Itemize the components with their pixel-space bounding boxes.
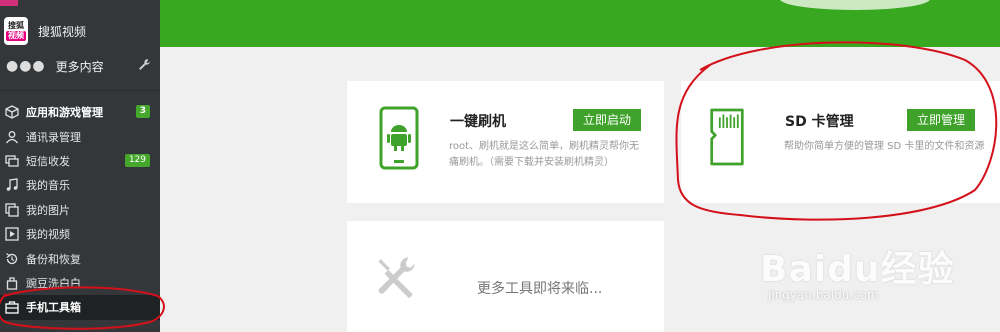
baidu-jingyan-watermark-logo: Baidu经验 bbox=[760, 249, 955, 290]
sd-card-management-card: SD 卡管理 立即管理 帮助你简单方便的管理 SD 卡里的文件和资源 bbox=[681, 81, 1000, 203]
picture-icon bbox=[5, 203, 19, 217]
more-content-entry[interactable]: ●●● 更多内容 bbox=[0, 54, 160, 78]
android-phone-icon bbox=[379, 106, 419, 170]
flash-card: 一键刷机 立即启动 root、刷机就是这么简单，刷机精灵帮你无痛刷机。（需要下载… bbox=[347, 81, 664, 203]
sohu-video-label: 搜狐视频 bbox=[38, 24, 87, 39]
video-icon bbox=[5, 227, 19, 241]
sidebar-item-pictures[interactable]: 我的图片 bbox=[0, 198, 160, 222]
sohu-video-logo: 搜狐 视频 bbox=[4, 17, 28, 45]
baidu-jingyan-watermark-url: jingyan.baidu.com bbox=[768, 288, 879, 302]
cube-icon bbox=[5, 105, 19, 119]
flash-description: root、刷机就是这么简单，刷机精灵帮你无痛刷机。（需要下载并安装刷机精灵） bbox=[449, 141, 640, 168]
top-banner bbox=[160, 0, 1000, 47]
wrench-icon[interactable] bbox=[138, 58, 152, 72]
sd-card-title: SD 卡管理 bbox=[785, 114, 854, 130]
backup-icon bbox=[6, 252, 18, 264]
sidebar-item-videos[interactable]: 我的视频 bbox=[0, 222, 160, 246]
sidebar-item-label: 备份和恢复 bbox=[26, 252, 81, 266]
sidebar-item-label: 短信收发 bbox=[26, 154, 70, 168]
count-badge: 3 bbox=[135, 105, 150, 118]
sidebar: 搜狐 视频 搜狐视频 ●●● 更多内容 应用和游戏管理 3 通讯录管理 短信收发… bbox=[0, 0, 160, 332]
sidebar-item-label: 我的图片 bbox=[26, 203, 70, 217]
sidebar-item-label: 我的音乐 bbox=[26, 179, 70, 193]
message-icon bbox=[5, 155, 19, 167]
app-strip bbox=[0, 0, 18, 6]
sidebar-item-label: 应用和游戏管理 bbox=[26, 106, 103, 120]
manage-sd-button[interactable]: 立即管理 bbox=[907, 109, 975, 131]
count-badge: 129 bbox=[124, 153, 150, 167]
banner-glow bbox=[780, 0, 930, 10]
more-tools-card: 更多工具即将来临... bbox=[347, 221, 664, 332]
sidebar-item-sms[interactable]: 短信收发 129 bbox=[0, 149, 160, 173]
sidebar-item-clean[interactable]: 豌豆洗白白 bbox=[0, 271, 160, 295]
sidebar-item-toolbox[interactable]: 手机工具箱 bbox=[0, 295, 160, 320]
clean-icon bbox=[6, 277, 18, 290]
sidebar-item-label: 手机工具箱 bbox=[26, 301, 81, 315]
sidebar-item-music[interactable]: 我的音乐 bbox=[0, 173, 160, 197]
sidebar-item-label: 我的视频 bbox=[26, 228, 70, 242]
sidebar-item-contacts[interactable]: 通讯录管理 bbox=[0, 124, 160, 148]
start-flash-button[interactable]: 立即启动 bbox=[573, 109, 641, 131]
sidebar-item-apps[interactable]: 应用和游戏管理 3 bbox=[0, 100, 160, 124]
sidebar-item-label: 豌豆洗白白 bbox=[26, 276, 81, 290]
sidebar-nav: 应用和游戏管理 3 通讯录管理 短信收发 129 我的音乐 我的图片 我的视频 … bbox=[0, 100, 160, 320]
more-tools-text: 更多工具即将来临... bbox=[477, 281, 603, 297]
sd-card-icon bbox=[710, 108, 744, 166]
sohu-logo-line2: 视频 bbox=[6, 31, 26, 41]
more-dots-icon: ●●● bbox=[6, 58, 46, 74]
more-content-label: 更多内容 bbox=[55, 59, 104, 74]
flash-title: 一键刷机 bbox=[450, 114, 506, 130]
sidebar-item-backup[interactable]: 备份和恢复 bbox=[0, 246, 160, 270]
sd-card-description: 帮助你简单方便的管理 SD 卡里的文件和资源 bbox=[784, 141, 985, 152]
contact-icon bbox=[5, 130, 19, 143]
sidebar-item-label: 通讯录管理 bbox=[26, 130, 81, 144]
sohu-logo-line1: 搜狐 bbox=[8, 21, 24, 30]
music-icon bbox=[6, 178, 18, 192]
sidebar-divider bbox=[0, 90, 160, 91]
toolbox-icon bbox=[5, 301, 19, 314]
tools-icon bbox=[378, 257, 415, 299]
sohu-video-entry[interactable]: 搜狐 视频 搜狐视频 bbox=[0, 14, 160, 48]
